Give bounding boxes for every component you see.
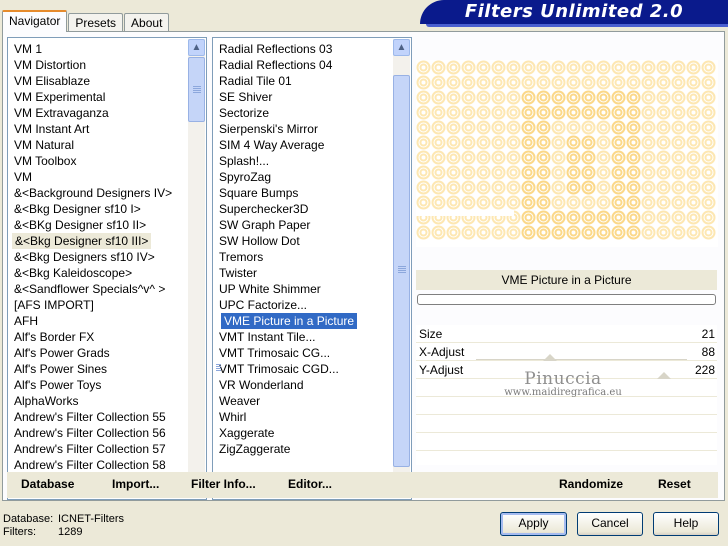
- watermark-site: www.maidiregrafica.eu: [504, 387, 622, 398]
- filter-item[interactable]: Sierpenski's Mirror: [219, 121, 318, 137]
- category-item[interactable]: &<Background Designers IV>: [14, 185, 172, 201]
- category-item[interactable]: &<Bkg Designers sf10 IV>: [14, 249, 155, 265]
- category-item[interactable]: VM Extravaganza: [14, 105, 109, 121]
- progress-bar: [417, 294, 716, 305]
- tab-navigator[interactable]: Navigator: [2, 10, 68, 32]
- category-item[interactable]: &<Bkg Designer sf10 I>: [14, 201, 141, 217]
- category-item[interactable]: Alf's Border FX: [14, 329, 94, 345]
- title-banner: Filters Unlimited 2.0: [420, 0, 728, 27]
- filter-item[interactable]: Splash!...: [219, 153, 269, 169]
- category-item[interactable]: AlphaWorks: [14, 393, 78, 409]
- resize-grip-icon[interactable]: [216, 364, 221, 372]
- filters-count: 1289: [58, 526, 83, 538]
- filter-item[interactable]: Tremors: [219, 249, 263, 265]
- category-item[interactable]: VM: [14, 169, 32, 185]
- import-button[interactable]: Import...: [112, 477, 159, 491]
- filters-label: Filters:: [3, 526, 36, 538]
- randomize-button[interactable]: Randomize: [559, 477, 623, 491]
- category-item[interactable]: VM Natural: [14, 137, 74, 153]
- filter-item[interactable]: UPC Factorize...: [219, 297, 307, 313]
- category-item[interactable]: VM Toolbox: [14, 153, 76, 169]
- filter-item[interactable]: Radial Reflections 04: [219, 57, 332, 73]
- filter-item[interactable]: Twister: [219, 265, 257, 281]
- filter-item[interactable]: VR Wonderland: [219, 377, 304, 393]
- category-item[interactable]: AFH: [14, 313, 38, 329]
- scroll-up-icon[interactable]: ▲: [393, 39, 410, 56]
- category-item[interactable]: &<BKg Designer sf10 II>: [14, 217, 146, 233]
- category-list[interactable]: VM 1 VM Distortion VM Elisablaze VM Experim…: [7, 37, 207, 500]
- filter-item[interactable]: Weaver: [219, 393, 260, 409]
- filter-item[interactable]: VMT Trimosaic CGD...: [219, 361, 339, 377]
- editor-button[interactable]: Editor...: [288, 477, 332, 491]
- database-button[interactable]: Database: [21, 477, 74, 491]
- category-item[interactable]: [AFS IMPORT]: [14, 297, 94, 313]
- param-value: 88: [701, 345, 715, 359]
- filter-item[interactable]: SIM 4 Way Average: [219, 137, 324, 153]
- slider-thumb[interactable]: [542, 354, 557, 361]
- command-bar: Database Import... Filter Info... Editor…: [7, 472, 718, 498]
- param-label: X-Adjust: [419, 345, 465, 359]
- param-value: 21: [701, 327, 715, 341]
- category-item[interactable]: &<Bkg Kaleidoscope>: [14, 265, 132, 281]
- filter-item[interactable]: VMT Trimosaic CG...: [219, 345, 330, 361]
- category-item[interactable]: Alf's Power Sines: [14, 361, 107, 377]
- filter-item[interactable]: SW Graph Paper: [219, 217, 310, 233]
- category-item[interactable]: &<Sandflower Specials^v^ >: [14, 281, 165, 297]
- apply-button[interactable]: Apply: [500, 512, 567, 536]
- scroll-up-icon[interactable]: ▲: [188, 39, 205, 56]
- slider-track: [476, 359, 687, 360]
- category-item[interactable]: Andrew's Filter Collection 58: [14, 457, 166, 473]
- filter-info-button[interactable]: Filter Info...: [191, 477, 256, 491]
- filter-item[interactable]: SW Hollow Dot: [219, 233, 300, 249]
- param-row-size[interactable]: Size 21: [416, 325, 717, 343]
- category-item[interactable]: VM Distortion: [14, 57, 86, 73]
- database-value: ICNET-Filters: [58, 513, 124, 525]
- filter-item[interactable]: UP White Shimmer: [219, 281, 321, 297]
- filter-item[interactable]: VME Picture in a Picture: [219, 312, 359, 330]
- tab-strip: Navigator Presets About: [2, 10, 170, 32]
- filter-item[interactable]: VMT Instant Tile...: [219, 329, 315, 345]
- category-item[interactable]: Andrew's Filter Collection 57: [14, 441, 166, 457]
- category-scrollbar[interactable]: ▲ ▼: [188, 39, 205, 498]
- filter-item[interactable]: SE Shiver: [219, 89, 272, 105]
- database-label: Database:: [3, 513, 54, 525]
- filter-name-label: VME Picture in a Picture: [416, 270, 717, 290]
- filter-item[interactable]: Square Bumps: [219, 185, 298, 201]
- cancel-button[interactable]: Cancel: [577, 512, 643, 536]
- tab-about[interactable]: About: [124, 13, 170, 32]
- watermark-name: Pinuccia: [524, 369, 602, 389]
- tab-presets[interactable]: Presets: [68, 13, 124, 32]
- filter-list[interactable]: Radial Reflections 03 Radial Reflections …: [212, 37, 412, 500]
- preview-image: [416, 60, 718, 247]
- watermark: Pinuccia www.maidiregrafica.eu: [413, 369, 713, 398]
- help-button[interactable]: Help: [653, 512, 719, 536]
- filter-scroll-thumb[interactable]: [393, 75, 410, 467]
- filter-scrollbar[interactable]: ▲ ▼: [393, 39, 410, 498]
- navigator-panel: VM 1 VM Distortion VM Elisablaze VM Experim…: [2, 31, 725, 501]
- app-title: Filters Unlimited 2.0: [464, 1, 684, 22]
- param-label: Size: [419, 327, 443, 341]
- category-item[interactable]: Alf's Power Toys: [14, 377, 101, 393]
- filter-item[interactable]: Sectorize: [219, 105, 269, 121]
- category-item[interactable]: Andrew's Filter Collection 56: [14, 425, 166, 441]
- category-item[interactable]: Alf's Power Grads: [14, 345, 110, 361]
- category-item[interactable]: &<Bkg Designer sf10 III>: [12, 233, 152, 249]
- category-item[interactable]: Andrew's Filter Collection 55: [14, 409, 166, 425]
- filter-item[interactable]: Radial Reflections 03: [219, 41, 332, 57]
- category-item[interactable]: VM Experimental: [14, 89, 105, 105]
- filter-item[interactable]: Superchecker3D: [219, 201, 308, 217]
- category-scroll-thumb[interactable]: [188, 57, 205, 122]
- category-item[interactable]: VM Elisablaze: [14, 73, 90, 89]
- filter-item[interactable]: Whirl: [219, 409, 246, 425]
- reset-button[interactable]: Reset: [658, 477, 691, 491]
- filter-item[interactable]: SpyroZag: [219, 169, 271, 185]
- filter-item[interactable]: Radial Tile 01: [219, 73, 292, 89]
- category-item[interactable]: VM Instant Art: [14, 121, 89, 137]
- filter-item[interactable]: Xaggerate: [219, 425, 274, 441]
- param-row-x-adjust[interactable]: X-Adjust 88: [416, 343, 717, 361]
- filter-item[interactable]: ZigZaggerate: [219, 441, 290, 457]
- category-item[interactable]: VM 1: [14, 41, 42, 57]
